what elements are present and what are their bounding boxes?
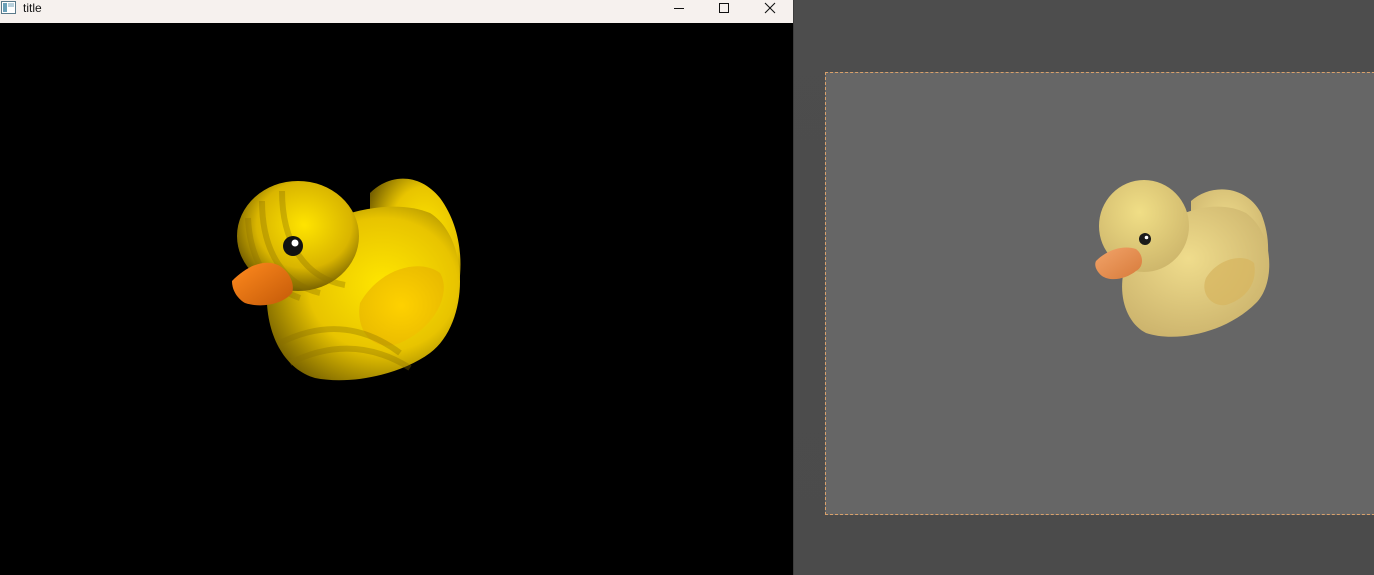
maximize-icon: [719, 3, 729, 13]
reference-canvas[interactable]: [825, 72, 1374, 515]
duck-eye: [283, 236, 303, 256]
app-window: title: [0, 0, 793, 575]
app-icon: [1, 1, 16, 14]
close-button[interactable]: [747, 0, 793, 16]
render-viewport[interactable]: [0, 23, 793, 575]
reference-duck-eye-highlight: [1144, 235, 1149, 240]
rubber-duck-3d-render: [232, 178, 461, 381]
reference-duck: [1095, 180, 1270, 337]
minimize-icon: [674, 8, 684, 9]
duck-3d: [232, 178, 461, 381]
window-title: title: [23, 1, 42, 15]
close-icon: [764, 2, 776, 14]
reference-duck-eye: [1139, 233, 1151, 245]
title-bar[interactable]: title: [0, 0, 793, 23]
maximize-button[interactable]: [701, 0, 747, 16]
duck-eye-highlight: [291, 239, 299, 247]
minimize-button[interactable]: [656, 0, 702, 16]
rubber-duck-reference-image: [1095, 180, 1270, 337]
duck-beak: [232, 262, 293, 306]
